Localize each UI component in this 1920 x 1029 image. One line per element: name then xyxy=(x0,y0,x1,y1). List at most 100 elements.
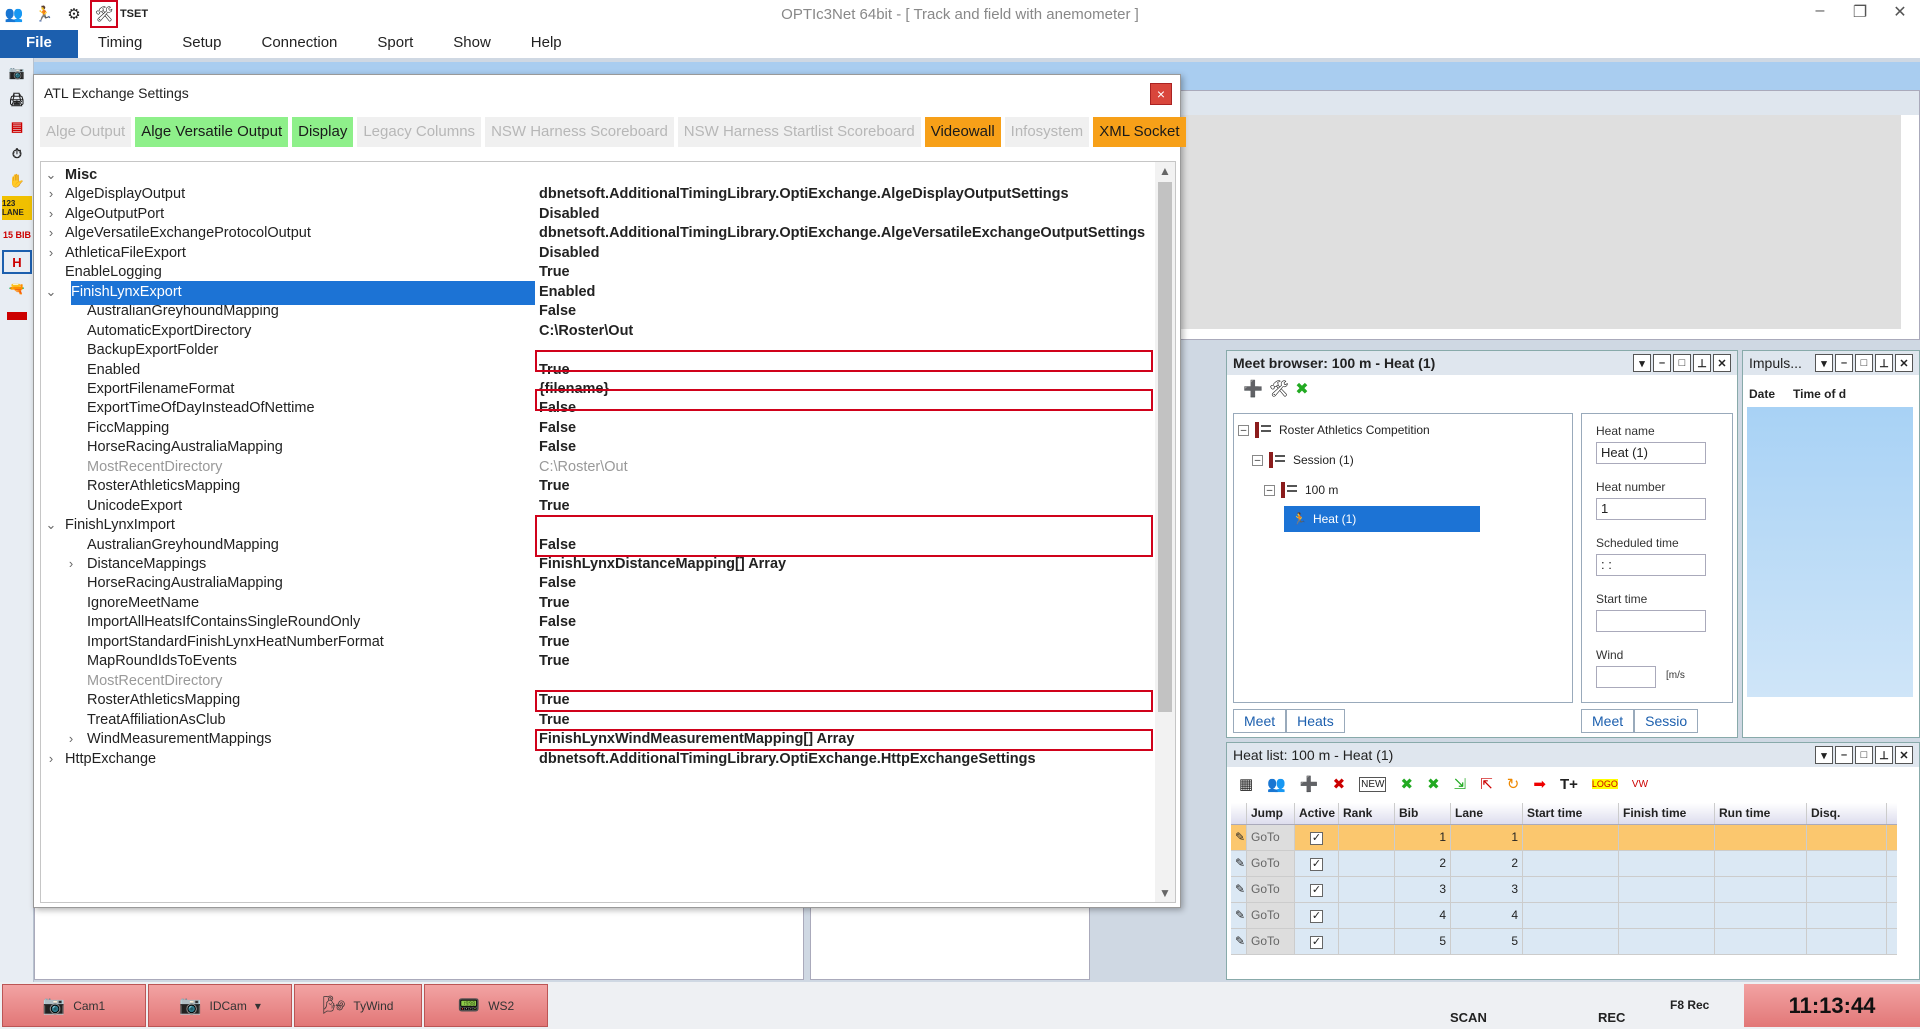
people-icon[interactable]: 👥 xyxy=(1267,775,1286,793)
property-value[interactable]: dbnetsoft.AdditionalTimingLibrary.OptiEx… xyxy=(539,225,1145,241)
tab-alge-output[interactable]: Alge Output xyxy=(40,117,132,147)
table-icon[interactable]: ▦ xyxy=(1239,775,1253,793)
camera-icon[interactable]: 📷 xyxy=(2,61,32,85)
column-finish-time[interactable]: Finish time xyxy=(1619,803,1715,824)
cam1-button[interactable]: 📷 Cam1 xyxy=(2,984,146,1027)
scheduled-time-field[interactable]: : : xyxy=(1596,554,1706,576)
refresh-icon[interactable]: ↻ xyxy=(1507,775,1520,793)
pdf-icon[interactable]: ▤ xyxy=(2,115,32,139)
tab-nsw-harness-scoreboard[interactable]: NSW Harness Scoreboard xyxy=(485,117,674,147)
minimize-icon[interactable]: – xyxy=(1653,354,1671,372)
menu-show[interactable]: Show xyxy=(433,30,511,58)
tab-session-detail[interactable]: Sessio xyxy=(1634,709,1699,733)
expand-icon[interactable]: › xyxy=(43,751,59,766)
column-active[interactable]: Active xyxy=(1295,803,1339,824)
tab-nsw-harness-startlist-scoreboard[interactable]: NSW Harness Startlist Scoreboard xyxy=(677,117,921,147)
column-run-time[interactable]: Run time xyxy=(1715,803,1807,824)
property-value[interactable]: True xyxy=(539,498,570,514)
stopwatch-icon[interactable]: ⏱ xyxy=(2,142,32,166)
dialog-close-button[interactable]: × xyxy=(1150,83,1172,105)
new-icon[interactable]: NEW xyxy=(1359,776,1387,792)
property-value[interactable]: FinishLynxDistanceMapping[] Array xyxy=(539,556,786,572)
table-row[interactable]: ✎ GoTo ✓ 5 5 xyxy=(1231,929,1897,955)
active-checkbox[interactable]: ✓ xyxy=(1310,884,1323,897)
tab-alge-versatile-output[interactable]: Alge Versatile Output xyxy=(135,117,289,147)
expand-icon[interactable]: › xyxy=(63,731,79,746)
collapse-icon[interactable]: ⌄ xyxy=(43,517,59,533)
tab-videowall[interactable]: Videowall xyxy=(924,117,1001,147)
tab-legacy-columns[interactable]: Legacy Columns xyxy=(357,117,482,147)
goto-button[interactable]: GoTo xyxy=(1247,929,1295,954)
export-icon[interactable]: ⇱ xyxy=(1480,775,1493,793)
column-time-of-day[interactable]: Time of d xyxy=(1793,387,1846,401)
tools-icon[interactable]: 🛠 xyxy=(1269,379,1289,401)
close-icon[interactable]: ✕ xyxy=(1895,746,1913,764)
active-checkbox[interactable]: ✓ xyxy=(1310,832,1323,845)
minimize-icon[interactable]: – xyxy=(1835,746,1853,764)
f8-rec-button[interactable]: F8 Rec xyxy=(1670,984,1740,1027)
close-icon[interactable]: ✕ xyxy=(1713,354,1731,372)
heat-name-field[interactable]: Heat (1) xyxy=(1596,442,1706,464)
property-value[interactable]: dbnetsoft.AdditionalTimingLibrary.OptiEx… xyxy=(539,751,1036,767)
tplus-icon[interactable]: T+ xyxy=(1560,776,1578,793)
maximize-icon[interactable]: □ xyxy=(1855,746,1873,764)
active-checkbox[interactable]: ✓ xyxy=(1310,910,1323,923)
property-value[interactable]: Enabled xyxy=(539,284,595,300)
property-value[interactable]: True xyxy=(539,712,570,728)
table-row[interactable]: ✎ GoTo ✓ 3 3 xyxy=(1231,877,1897,903)
dropdown-icon[interactable]: ▾ xyxy=(1633,354,1651,372)
table-row[interactable]: ✎ GoTo ✓ 1 1 xyxy=(1231,825,1897,851)
column-jump[interactable]: Jump xyxy=(1247,803,1295,824)
lane-icon[interactable]: 123 LANE xyxy=(2,196,32,220)
dropdown-icon[interactable]: ▾ xyxy=(1815,746,1833,764)
vw-icon[interactable]: VW xyxy=(1632,779,1648,790)
remove-row-icon[interactable]: ✖ xyxy=(1333,775,1346,793)
column-rank[interactable]: Rank xyxy=(1339,803,1395,824)
close-icon[interactable]: ✕ xyxy=(1895,354,1913,372)
property-value[interactable]: False xyxy=(539,439,576,455)
collapse-icon[interactable]: ⌄ xyxy=(43,167,59,183)
goto-button[interactable]: GoTo xyxy=(1247,825,1295,850)
property-value[interactable]: True xyxy=(539,478,570,494)
menu-file[interactable]: File xyxy=(0,30,78,58)
menu-setup[interactable]: Setup xyxy=(162,30,241,58)
property-category[interactable]: ⌄ Misc xyxy=(41,164,1155,188)
tywind-button[interactable]: 🌬 TyWind xyxy=(294,984,422,1027)
pin-icon[interactable]: ⊥ xyxy=(1875,354,1893,372)
rec-button[interactable]: REC xyxy=(1598,984,1654,1027)
property-value[interactable]: True xyxy=(539,634,570,650)
scroll-down-icon[interactable]: ▼ xyxy=(1155,886,1175,900)
restore-icon[interactable]: ❐ xyxy=(1840,2,1880,22)
maximize-icon[interactable]: □ xyxy=(1673,354,1691,372)
tab-meet-detail[interactable]: Meet xyxy=(1581,709,1635,733)
tree-node-competition[interactable]: – Roster Athletics Competition xyxy=(1238,422,1430,438)
property-value[interactable]: True xyxy=(539,653,570,669)
scan-button[interactable]: SCAN xyxy=(1450,984,1590,1027)
goto-button[interactable]: GoTo xyxy=(1247,903,1295,928)
add-meet-icon[interactable]: ➕ xyxy=(1243,379,1263,401)
column-start-time[interactable]: Start time xyxy=(1523,803,1619,824)
import-icon[interactable]: ⇲ xyxy=(1454,775,1467,793)
property-value[interactable]: True xyxy=(539,264,570,280)
logo-icon[interactable]: LOGO xyxy=(1591,779,1618,789)
red-arrow-icon[interactable]: ➡ xyxy=(1533,775,1546,793)
active-checkbox[interactable]: ✓ xyxy=(1310,936,1323,949)
column-date[interactable]: Date xyxy=(1749,387,1775,401)
tab-display[interactable]: Display xyxy=(292,117,354,147)
goto-button[interactable]: GoTo xyxy=(1247,851,1295,876)
property-value[interactable]: False xyxy=(539,575,576,591)
hand-icon[interactable]: ✋ xyxy=(2,169,32,193)
gun-icon[interactable]: 🔫 xyxy=(2,277,32,301)
maximize-icon[interactable]: □ xyxy=(1855,354,1873,372)
menu-timing[interactable]: Timing xyxy=(78,30,162,58)
collapse-icon[interactable]: – xyxy=(1238,424,1249,436)
collapse-icon[interactable]: ⌄ xyxy=(43,284,59,300)
pin-icon[interactable]: ⊥ xyxy=(1693,354,1711,372)
add-row-icon[interactable]: ➕ xyxy=(1300,775,1319,793)
ws2-button[interactable]: 📟 WS2 xyxy=(424,984,548,1027)
expand-icon[interactable]: › xyxy=(43,225,59,240)
menu-sport[interactable]: Sport xyxy=(357,30,433,58)
expand-icon[interactable]: › xyxy=(43,206,59,221)
minimize-icon[interactable]: – xyxy=(1835,354,1853,372)
collapse-icon[interactable]: – xyxy=(1252,454,1263,466)
